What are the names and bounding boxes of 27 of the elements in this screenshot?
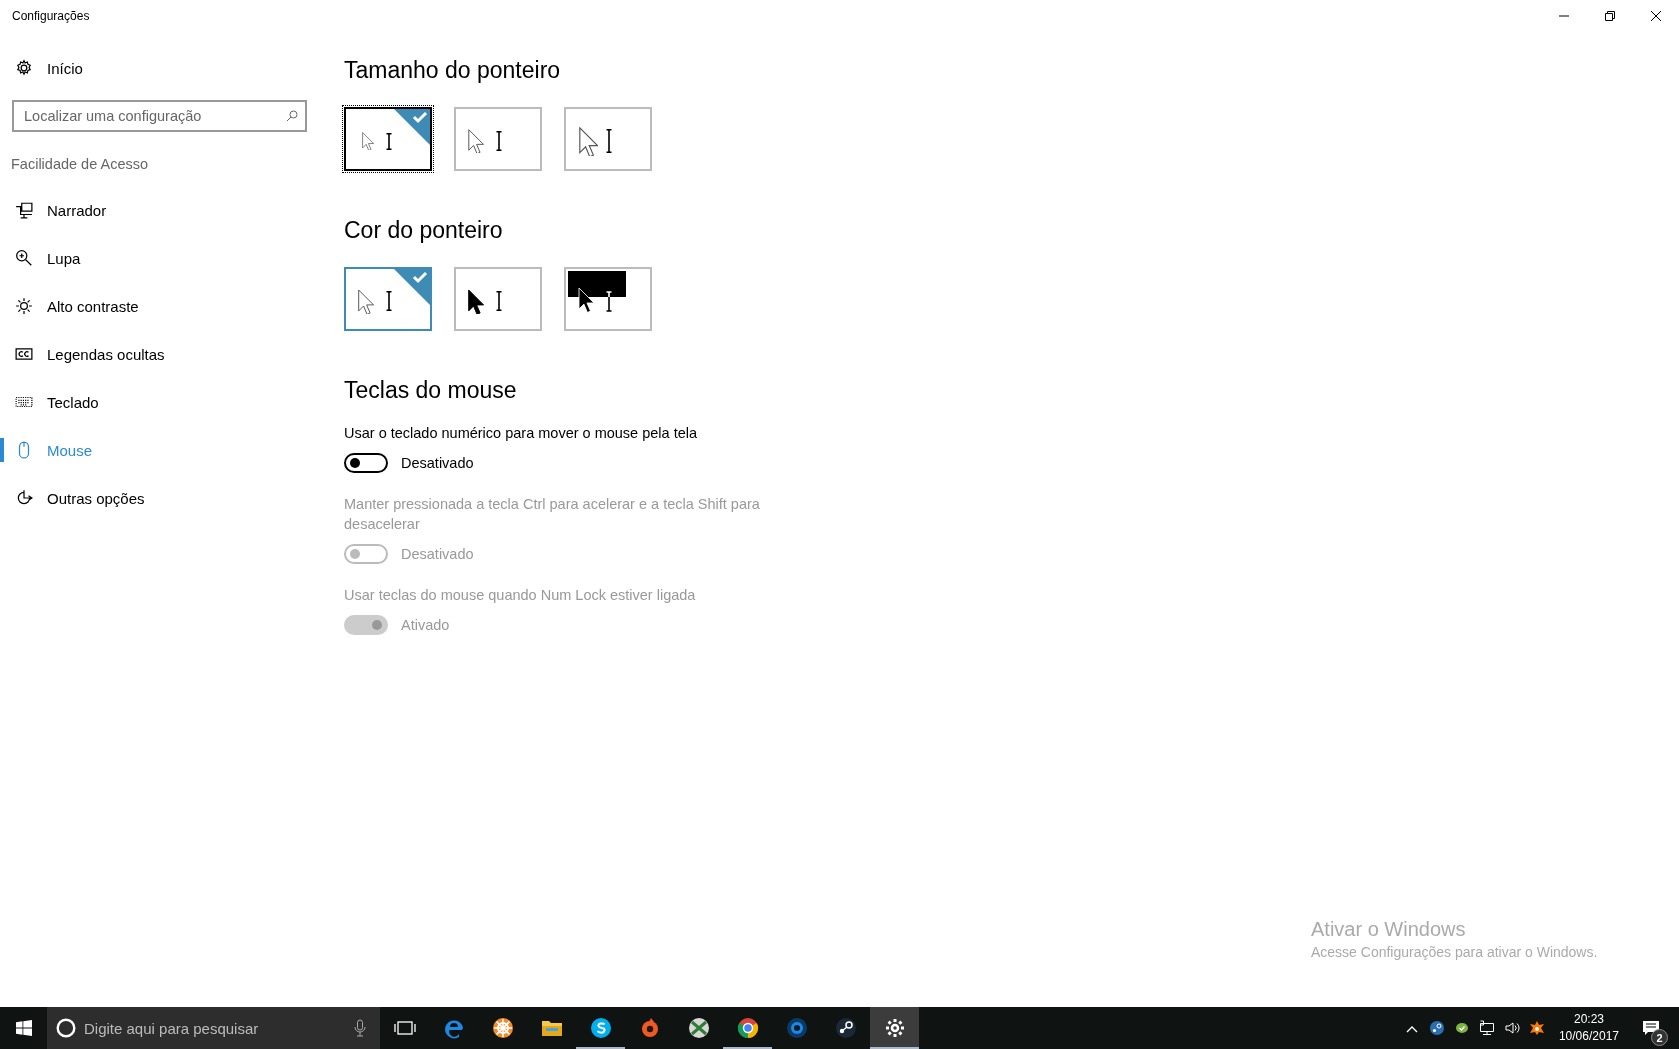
nav-item[interactable]: Outras opções — [0, 474, 331, 522]
toggle-state-label: Ativado — [401, 617, 450, 633]
search-field[interactable]: Localizar uma configuração — [12, 100, 307, 132]
nav-item[interactable]: Mouse — [0, 426, 331, 474]
setting-label: Usar o teclado numérico para mover o mouse pela tela — [344, 424, 697, 443]
nav-item[interactable]: Narrador — [0, 186, 331, 234]
nav-item[interactable]: Lupa — [0, 234, 331, 282]
clock-time[interactable]: 20:23 — [1573, 1011, 1604, 1028]
section-heading: Facilidade de Acesso — [11, 155, 150, 174]
activation-title: Ativar o Windows — [1311, 917, 1467, 942]
notification-count: 2 — [1651, 1029, 1668, 1046]
section-heading: Cor do ponteiro — [344, 216, 503, 245]
toggle-state-label: Desativado — [401, 455, 474, 471]
notifications-button[interactable]: 2 — [1631, 1007, 1671, 1049]
nav-item[interactable]: Legendas ocultas — [0, 330, 331, 378]
setting-label: Manter pressionada a tecla Ctrl para acelerar e a tecla Shift para desacelerar — [344, 495, 761, 534]
home-link[interactable]: Início — [0, 56, 331, 80]
section-heading: Tamanho do ponteiro — [344, 56, 561, 85]
setting-label: Usar teclas do mouse quando Num Lock estiver ligada — [344, 586, 696, 605]
window-title: Configurações — [12, 9, 90, 23]
nav-item[interactable]: Alto contraste — [0, 282, 331, 330]
section-heading: Teclas do mouse — [344, 376, 517, 405]
nav-item[interactable]: Teclado — [0, 378, 331, 426]
taskbar-search-field[interactable]: Digite aqui para pesquisar — [47, 1007, 380, 1049]
clock-date[interactable]: 10/06/2017 — [1558, 1028, 1619, 1045]
toggle-state-label: Desativado — [401, 546, 474, 562]
activation-text: Acesse Configurações para ativar o Windows. — [1311, 943, 1598, 962]
